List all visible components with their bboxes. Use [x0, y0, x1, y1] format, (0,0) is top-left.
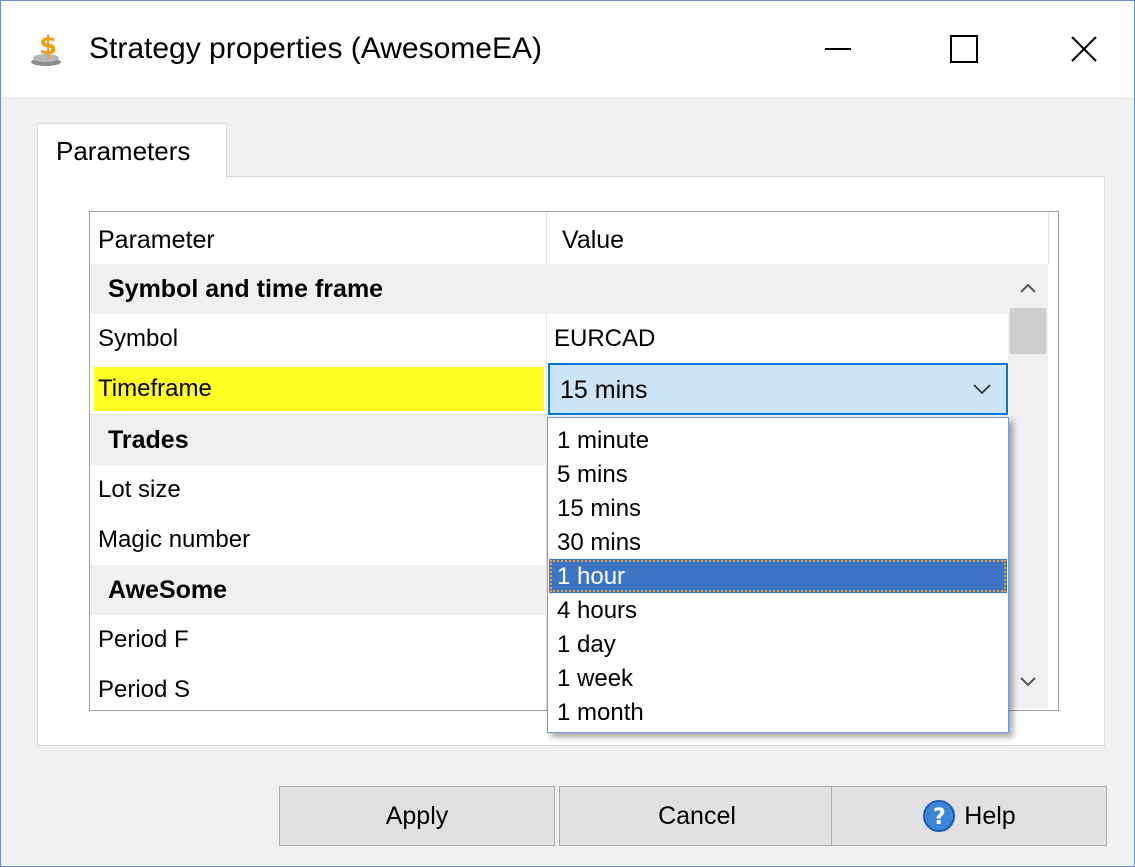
- dropdown-option[interactable]: 1 week: [549, 661, 1007, 695]
- param-label: Lot size: [98, 476, 181, 503]
- column-divider[interactable]: [546, 212, 547, 264]
- tab-parameters-label: Parameters: [56, 136, 191, 166]
- dropdown-option[interactable]: 15 mins: [549, 491, 1007, 525]
- param-label: Period S: [98, 676, 191, 703]
- timeframe-dropdown-list[interactable]: 1 minute 5 mins 15 mins 30 mins 1 hour 4…: [547, 417, 1009, 733]
- close-icon: [1071, 36, 1097, 62]
- apply-button[interactable]: Apply: [279, 786, 555, 846]
- section-label: AweSome: [108, 576, 228, 604]
- param-label: Magic number: [98, 526, 251, 553]
- param-value[interactable]: EURCAD: [554, 314, 655, 364]
- timeframe-combobox[interactable]: 15 mins: [548, 363, 1008, 415]
- help-button-label: Help: [964, 801, 1016, 830]
- section-row-symbol-and-time-frame[interactable]: Symbol and time frame: [90, 264, 1008, 314]
- minimize-button[interactable]: [803, 19, 873, 79]
- tab-parameters[interactable]: Parameters: [37, 123, 227, 178]
- param-row-symbol[interactable]: Symbol EURCAD: [90, 314, 1008, 365]
- column-divider: [1048, 212, 1049, 264]
- dropdown-option[interactable]: 30 mins: [549, 525, 1007, 559]
- maximize-icon: [950, 35, 978, 63]
- cancel-button[interactable]: Cancel: [559, 786, 835, 846]
- dropdown-option[interactable]: 1 day: [549, 627, 1007, 661]
- chevron-down-icon: [1020, 677, 1036, 687]
- svg-text:$: $: [39, 31, 57, 61]
- timeframe-combobox-value: 15 mins: [560, 376, 648, 404]
- svg-text:?: ?: [933, 805, 946, 830]
- dropdown-option[interactable]: 4 hours: [549, 593, 1007, 627]
- dropdown-option[interactable]: 1 month: [549, 695, 1007, 729]
- param-label: Period F: [98, 626, 189, 653]
- value-column-header[interactable]: Value: [562, 212, 624, 264]
- param-label: Symbol: [98, 325, 179, 352]
- section-label: Symbol and time frame: [108, 275, 384, 303]
- strategy-dollar-icon: $: [29, 31, 63, 67]
- grid-header: Parameter Value: [90, 212, 1058, 264]
- column-divider: [546, 314, 547, 364]
- dropdown-option[interactable]: 1 minute: [549, 423, 1007, 457]
- vertical-scrollbar[interactable]: [1008, 264, 1048, 708]
- scroll-up-button[interactable]: [1008, 270, 1048, 306]
- minimize-icon: [825, 48, 851, 50]
- param-label: Timeframe: [98, 375, 212, 402]
- title-bar[interactable]: $ Strategy properties (AwesomeEA): [1, 1, 1134, 97]
- help-button[interactable]: ? Help: [831, 786, 1107, 846]
- scroll-down-button[interactable]: [1008, 664, 1048, 700]
- dropdown-option-hovered[interactable]: 1 hour: [549, 559, 1007, 593]
- help-icon: ?: [923, 800, 956, 832]
- cancel-button-label: Cancel: [658, 801, 736, 830]
- maximize-button[interactable]: [929, 19, 999, 79]
- close-button[interactable]: [1049, 19, 1119, 79]
- dropdown-option[interactable]: 5 mins: [549, 457, 1007, 491]
- section-label: Trades: [108, 426, 189, 454]
- chevron-up-icon: [1020, 283, 1036, 293]
- strategy-properties-dialog: $ Strategy properties (AwesomeEA) Parame…: [0, 0, 1135, 867]
- window-title: Strategy properties (AwesomeEA): [89, 32, 542, 65]
- scrollbar-thumb[interactable]: [1010, 308, 1046, 354]
- column-divider: [546, 364, 547, 414]
- apply-button-label: Apply: [385, 801, 449, 830]
- chevron-down-icon[interactable]: [972, 379, 992, 399]
- parameter-column-header[interactable]: Parameter: [98, 212, 215, 264]
